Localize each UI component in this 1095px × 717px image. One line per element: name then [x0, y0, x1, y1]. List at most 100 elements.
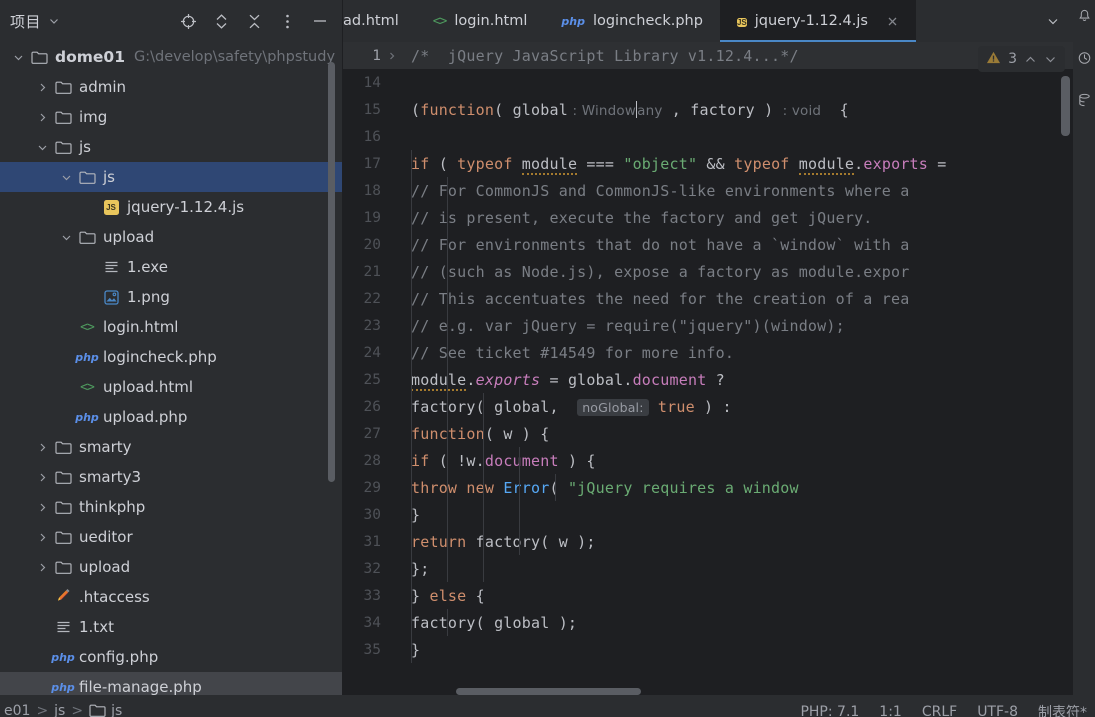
editor-tab-jquery-1-12-4-js[interactable]: JS jquery-1.12.4.js: [719, 0, 916, 42]
project-file-tree[interactable]: dome01 G:\develop\safety\phpstudy admin img…: [0, 42, 343, 695]
chevron-down-icon[interactable]: [34, 139, 50, 155]
database-icon[interactable]: [1077, 50, 1092, 66]
code-lines[interactable]: 1 /* jQuery JavaScript Library v1.12.4...…: [343, 42, 1073, 695]
indent-guide: [411, 420, 412, 447]
tree-item-1-txt[interactable]: 1.txt: [0, 612, 343, 642]
code-line-32[interactable]: 32};: [343, 555, 1073, 582]
editor-tab-logincheck-php[interactable]: php logincheck.php: [544, 0, 720, 42]
inspection-widget[interactable]: 3: [978, 46, 1065, 72]
code-editor[interactable]: 1 /* jQuery JavaScript Library v1.12.4...…: [343, 42, 1073, 695]
options-menu-icon[interactable]: [278, 12, 296, 30]
collapse-all-icon[interactable]: [245, 12, 263, 30]
chevron-down-icon[interactable]: [48, 15, 60, 27]
tree-item-upload[interactable]: upload: [0, 222, 343, 252]
code-line-22[interactable]: 22 // This accentuates the need for the c…: [343, 285, 1073, 312]
tree-item-smarty[interactable]: smarty: [0, 432, 343, 462]
code-line-16[interactable]: 16: [343, 123, 1073, 150]
code-line-24[interactable]: 24 // See ticket #14549 for more info.: [343, 339, 1073, 366]
js-file-icon: JS: [736, 17, 747, 27]
breadcrumb-item[interactable]: js: [89, 703, 122, 717]
editor-tab-login-html[interactable]: <> login.html: [416, 0, 545, 42]
code-line-29[interactable]: 29 throw new Error( "jQuery requires a wi…: [343, 474, 1073, 501]
editor-vertical-scrollbar[interactable]: [1061, 76, 1070, 136]
chevron-right-icon[interactable]: [34, 79, 50, 95]
php-file-icon: php: [561, 13, 585, 29]
php-icon: php: [75, 348, 99, 366]
chevron-right-icon[interactable]: [34, 439, 50, 455]
code-line-20[interactable]: 20 // For environments that do not have a…: [343, 231, 1073, 258]
tree-item-img[interactable]: img: [0, 102, 343, 132]
tree-item-upload-html[interactable]: <> upload.html: [0, 372, 343, 402]
tree-item-dome01[interactable]: dome01 G:\develop\safety\phpstudy: [0, 42, 343, 72]
chevron-right-icon[interactable]: [34, 559, 50, 575]
chevron-down-icon[interactable]: [58, 169, 74, 185]
code-line-34[interactable]: 34 factory( global );: [343, 609, 1073, 636]
locate-icon[interactable]: [179, 12, 197, 30]
status-file-encoding[interactable]: UTF-8: [977, 704, 1018, 717]
tab-list-chevron-icon[interactable]: [1046, 14, 1060, 28]
fold-expand-icon[interactable]: [383, 51, 401, 61]
tree-item-1-exe[interactable]: 1.exe: [0, 252, 343, 282]
tree-item-thinkphp[interactable]: thinkphp: [0, 492, 343, 522]
chevron-down-icon[interactable]: [10, 49, 26, 65]
code-line-35[interactable]: 35}: [343, 636, 1073, 663]
code-line-14[interactable]: 14: [343, 69, 1073, 96]
chevron-right-icon[interactable]: [34, 469, 50, 485]
tree-item-logincheck-php[interactable]: php logincheck.php: [0, 342, 343, 372]
code-line-33[interactable]: 33} else {: [343, 582, 1073, 609]
next-problem-icon[interactable]: [1044, 53, 1057, 66]
indent-guide: [519, 474, 520, 501]
tree-item-upload[interactable]: upload: [0, 552, 343, 582]
chevron-right-icon[interactable]: [34, 499, 50, 515]
code-line-27[interactable]: 27 function( w ) {: [343, 420, 1073, 447]
editor-horizontal-scrollbar[interactable]: [456, 688, 641, 695]
code-line-31[interactable]: 31 return factory( w );: [343, 528, 1073, 555]
code-line-1[interactable]: 1 /* jQuery JavaScript Library v1.12.4...…: [343, 42, 1073, 69]
notifications-icon[interactable]: [1077, 8, 1092, 24]
ide-window: 项目 dome01 G:\develop\safety\phpstudy adm…: [0, 0, 1095, 717]
chevron-down-icon[interactable]: [58, 229, 74, 245]
tree-item-1-png[interactable]: 1.png: [0, 282, 343, 312]
status-php-version[interactable]: PHP: 7.1: [800, 704, 859, 717]
code-text: function( w ) {: [411, 424, 550, 443]
tree-item-config-php[interactable]: php config.php: [0, 642, 343, 672]
status-line-separator[interactable]: CRLF: [922, 704, 957, 717]
hide-panel-icon[interactable]: [311, 12, 329, 30]
tree-item-admin[interactable]: admin: [0, 72, 343, 102]
tree-item-login-html[interactable]: <> login.html: [0, 312, 343, 342]
code-line-18[interactable]: 18 // For CommonJS and CommonJS-like envi…: [343, 177, 1073, 204]
code-line-28[interactable]: 28 if ( !w.document ) {: [343, 447, 1073, 474]
code-line-15[interactable]: 15 (function( global : Windowany , factor…: [343, 96, 1073, 123]
sidebar-scrollbar[interactable]: [328, 62, 335, 482]
line-number: 28: [363, 452, 381, 469]
editor-tab-ad-html[interactable]: ad.html: [343, 0, 416, 42]
chevron-right-icon[interactable]: [34, 109, 50, 125]
expand-all-icon[interactable]: [212, 12, 230, 30]
close-tab-icon[interactable]: [886, 15, 899, 28]
code-line-30[interactable]: 30}: [343, 501, 1073, 528]
tree-item-js[interactable]: js: [0, 132, 343, 162]
breadcrumb-item[interactable]: e01: [4, 703, 30, 717]
tree-item-file-manage-php[interactable]: php file-manage.php: [0, 672, 343, 695]
breadcrumb[interactable]: e01 > js > js: [0, 703, 122, 717]
status-caret-position[interactable]: 1:1: [879, 704, 902, 717]
code-line-25[interactable]: 25 module.exports = global.document ?: [343, 366, 1073, 393]
code-line-19[interactable]: 19 // is present, execute the factory and…: [343, 204, 1073, 231]
chevron-right-icon[interactable]: [34, 529, 50, 545]
tree-item-jquery-1-12-4-js[interactable]: JS jquery-1.12.4.js: [0, 192, 343, 222]
status-indent-setting[interactable]: 制表符*: [1038, 702, 1087, 717]
code-line-21[interactable]: 21 // (such as Node.js), expose a factory…: [343, 258, 1073, 285]
code-line-17[interactable]: 17 if ( typeof module === "object" && typ…: [343, 150, 1073, 177]
tree-item-smarty3[interactable]: smarty3: [0, 462, 343, 492]
indent-guide: [483, 393, 484, 420]
indent-guide: [411, 339, 412, 366]
breadcrumb-item[interactable]: js: [54, 703, 65, 717]
prev-problem-icon[interactable]: [1024, 53, 1037, 66]
tree-item-js[interactable]: js: [0, 162, 343, 192]
tree-item-ueditor[interactable]: ueditor: [0, 522, 343, 552]
structure-icon[interactable]: [1077, 92, 1092, 108]
code-line-23[interactable]: 23 // e.g. var jQuery = require("jquery")…: [343, 312, 1073, 339]
tree-item--htaccess[interactable]: .htaccess: [0, 582, 343, 612]
code-line-26[interactable]: 26 factory( global, noGlobal: true ) :: [343, 393, 1073, 420]
tree-item-upload-php[interactable]: php upload.php: [0, 402, 343, 432]
